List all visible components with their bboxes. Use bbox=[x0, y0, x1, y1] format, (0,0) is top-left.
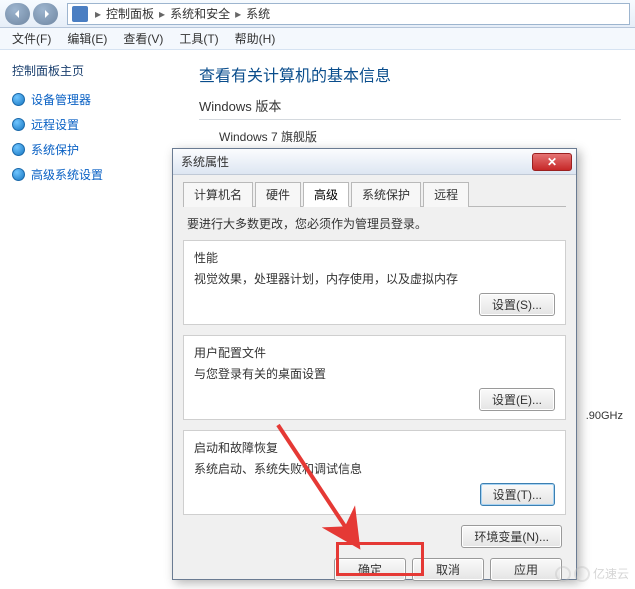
gear-icon bbox=[12, 93, 25, 106]
menu-bar: 文件(F) 编辑(E) 查看(V) 工具(T) 帮助(H) bbox=[0, 28, 635, 50]
nav-forward-button[interactable] bbox=[33, 3, 58, 25]
environment-variables-button[interactable]: 环境变量(N)... bbox=[461, 525, 562, 548]
admin-hint-text: 要进行大多数更改，您必须作为管理员登录。 bbox=[187, 215, 562, 232]
user-profiles-settings-button[interactable]: 设置(E)... bbox=[479, 388, 555, 411]
menu-tools[interactable]: 工具(T) bbox=[171, 30, 226, 47]
performance-settings-button[interactable]: 设置(S)... bbox=[479, 293, 555, 316]
startup-recovery-group: 启动和故障恢复 系统启动、系统失败和调试信息 设置(T)... bbox=[183, 430, 566, 515]
ok-button[interactable]: 确定 bbox=[334, 558, 406, 581]
close-button[interactable]: ✕ bbox=[532, 153, 572, 171]
tab-advanced[interactable]: 高级 bbox=[303, 182, 349, 207]
location-icon bbox=[72, 6, 88, 22]
watermark: 亿速云 bbox=[555, 565, 629, 582]
watermark-icon bbox=[574, 566, 590, 582]
sidebar-item-label: 远程设置 bbox=[31, 116, 79, 133]
group-description: 视觉效果，处理器计划，内存使用，以及虚拟内存 bbox=[194, 270, 555, 287]
tab-hardware[interactable]: 硬件 bbox=[255, 182, 301, 207]
address-bar: ▸ 控制面板 ▸ 系统和安全 ▸ 系统 bbox=[0, 0, 635, 28]
menu-edit[interactable]: 编辑(E) bbox=[59, 30, 115, 47]
performance-group: 性能 视觉效果，处理器计划，内存使用，以及虚拟内存 设置(S)... bbox=[183, 240, 566, 325]
breadcrumb[interactable]: ▸ 控制面板 ▸ 系统和安全 ▸ 系统 bbox=[67, 3, 630, 25]
system-properties-dialog: 系统属性 ✕ 计算机名 硬件 高级 系统保护 远程 要进行大多数更改，您必须作为… bbox=[172, 148, 577, 580]
group-title: 用户配置文件 bbox=[194, 344, 555, 361]
tab-strip: 计算机名 硬件 高级 系统保护 远程 bbox=[183, 181, 566, 207]
watermark-text: 亿速云 bbox=[593, 565, 629, 582]
gear-icon bbox=[12, 168, 25, 181]
apply-button[interactable]: 应用 bbox=[490, 558, 562, 581]
group-title: 性能 bbox=[194, 249, 555, 266]
group-description: 与您登录有关的桌面设置 bbox=[194, 365, 555, 382]
windows-version-text: Windows 7 旗舰版 bbox=[199, 128, 621, 145]
chevron-right-icon: ▸ bbox=[92, 7, 104, 21]
gear-icon bbox=[12, 143, 25, 156]
sidebar-item-device-manager[interactable]: 设备管理器 bbox=[12, 91, 173, 108]
tab-remote[interactable]: 远程 bbox=[423, 182, 469, 207]
dialog-button-row: 确定 取消 应用 bbox=[183, 558, 566, 581]
startup-recovery-settings-button[interactable]: 设置(T)... bbox=[480, 483, 555, 506]
sidebar-item-label: 设备管理器 bbox=[31, 91, 91, 108]
sidebar-heading[interactable]: 控制面板主页 bbox=[12, 62, 173, 79]
chevron-right-icon: ▸ bbox=[232, 7, 244, 21]
crumb-system[interactable]: 系统 bbox=[244, 5, 272, 22]
group-description: 系统启动、系统失败和调试信息 bbox=[194, 460, 555, 477]
crumb-system-security[interactable]: 系统和安全 bbox=[168, 5, 232, 22]
dialog-titlebar[interactable]: 系统属性 ✕ bbox=[173, 149, 576, 175]
menu-file[interactable]: 文件(F) bbox=[4, 30, 59, 47]
section-windows-edition: Windows 版本 bbox=[199, 96, 621, 115]
dialog-title: 系统属性 bbox=[181, 153, 229, 170]
user-profiles-group: 用户配置文件 与您登录有关的桌面设置 设置(E)... bbox=[183, 335, 566, 420]
divider bbox=[199, 119, 621, 120]
sidebar-item-system-protection[interactable]: 系统保护 bbox=[12, 141, 173, 158]
tab-system-protection[interactable]: 系统保护 bbox=[351, 182, 421, 207]
sidebar: 控制面板主页 设备管理器 远程设置 系统保护 高级系统设置 bbox=[0, 50, 185, 588]
group-title: 启动和故障恢复 bbox=[194, 439, 555, 456]
nav-back-button[interactable] bbox=[5, 3, 30, 25]
chevron-right-icon: ▸ bbox=[156, 7, 168, 21]
gear-icon bbox=[12, 118, 25, 131]
watermark-icon bbox=[555, 566, 571, 582]
menu-view[interactable]: 查看(V) bbox=[115, 30, 171, 47]
cpu-hz-text: .90GHz bbox=[586, 410, 623, 422]
menu-help[interactable]: 帮助(H) bbox=[227, 30, 284, 47]
sidebar-item-label: 高级系统设置 bbox=[31, 166, 103, 183]
page-title: 查看有关计算机的基本信息 bbox=[199, 62, 621, 86]
cancel-button[interactable]: 取消 bbox=[412, 558, 484, 581]
tab-computer-name[interactable]: 计算机名 bbox=[183, 182, 253, 207]
sidebar-item-label: 系统保护 bbox=[31, 141, 79, 158]
sidebar-item-advanced-settings[interactable]: 高级系统设置 bbox=[12, 166, 173, 183]
crumb-control-panel[interactable]: 控制面板 bbox=[104, 5, 156, 22]
sidebar-item-remote-settings[interactable]: 远程设置 bbox=[12, 116, 173, 133]
